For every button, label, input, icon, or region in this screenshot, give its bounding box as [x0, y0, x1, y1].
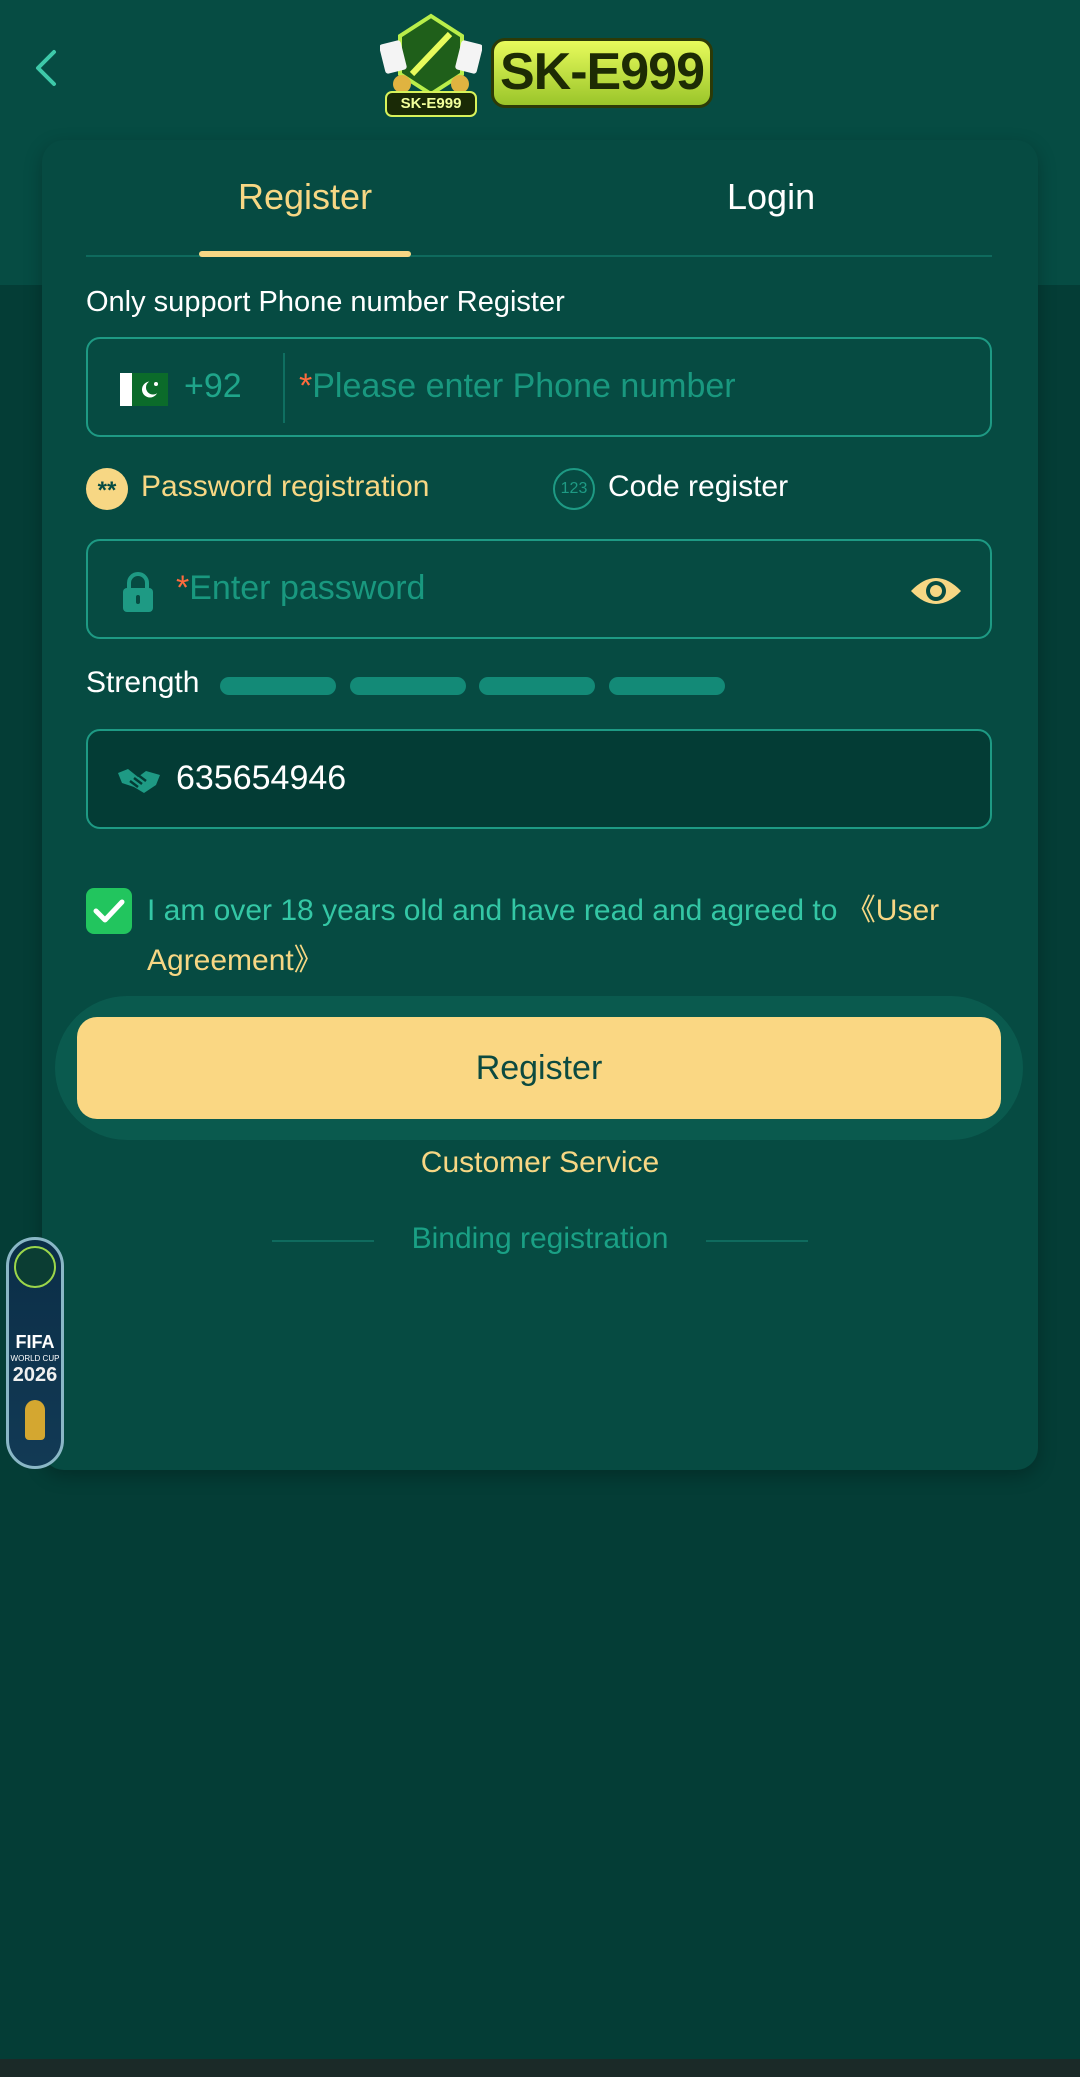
code-register-label: Code register — [608, 470, 789, 503]
system-nav-bar — [0, 2059, 1080, 2077]
eye-icon[interactable] — [908, 573, 964, 609]
pakistan-flag-icon — [120, 373, 168, 406]
phone-input[interactable]: *Please enter Phone number — [299, 367, 736, 406]
password-strength: Strength — [86, 664, 786, 704]
active-tab-indicator — [199, 251, 411, 257]
auth-tabs: Register Login — [86, 140, 992, 257]
field-divider — [283, 353, 285, 423]
strength-bar — [220, 677, 336, 695]
password-dots-icon: ** — [86, 468, 128, 510]
fifa-world-cup-banner[interactable]: FIFA WORLD CUP 2026 — [6, 1237, 64, 1469]
customer-service-link[interactable]: Customer Service — [0, 1146, 1080, 1180]
required-mark: * — [299, 367, 313, 405]
strength-bar — [609, 677, 725, 695]
register-button[interactable]: Register — [77, 1017, 1001, 1119]
agreement-checkbox[interactable] — [86, 888, 132, 934]
phone-placeholder: Please enter Phone number — [312, 367, 736, 405]
strength-bar — [479, 677, 595, 695]
register-hint: Only support Phone number Register — [86, 286, 565, 318]
binding-registration-link[interactable]: Binding registration — [0, 1222, 1080, 1256]
password-registration-label: Password registration — [141, 470, 430, 503]
logo-emblem-text: SK-E999 — [400, 95, 462, 112]
back-button[interactable] — [28, 44, 68, 92]
agreement-statement: I am over 18 years old and have read and… — [147, 894, 846, 927]
lock-icon — [123, 572, 153, 612]
banner-year: 2026 — [12, 1364, 58, 1386]
strength-bar — [350, 677, 466, 695]
tab-register[interactable]: Register — [238, 176, 372, 218]
banner-title: FIFA — [15, 1332, 55, 1352]
logo-wordmark: SK-E999 — [491, 38, 713, 108]
brand-logo: SK-E999 SK-E999 — [380, 12, 715, 120]
trophy-icon — [25, 1400, 45, 1440]
password-placeholder: Enter password — [189, 569, 426, 607]
password-field[interactable]: *Enter password — [86, 539, 992, 639]
password-input[interactable]: *Enter password — [176, 569, 425, 608]
register-button-frame: Register — [55, 996, 1023, 1140]
invite-code-field[interactable]: 635654946 — [86, 729, 992, 829]
agreement-text: I am over 18 years old and have read and… — [147, 886, 992, 986]
checkmark-icon — [93, 899, 125, 923]
banner-logo-icon — [14, 1246, 56, 1288]
strength-label: Strength — [86, 666, 200, 699]
handshake-icon — [118, 769, 160, 793]
phone-field[interactable]: +92 *Please enter Phone number — [86, 337, 992, 437]
required-mark: * — [176, 569, 190, 607]
country-code[interactable]: +92 — [184, 367, 242, 406]
chevron-left-icon — [36, 50, 56, 86]
banner-subtitle: WORLD CUP — [10, 1354, 60, 1363]
invite-code-value[interactable]: 635654946 — [176, 759, 346, 798]
code-123-icon: 123 — [553, 468, 595, 510]
tab-login[interactable]: Login — [727, 176, 815, 218]
